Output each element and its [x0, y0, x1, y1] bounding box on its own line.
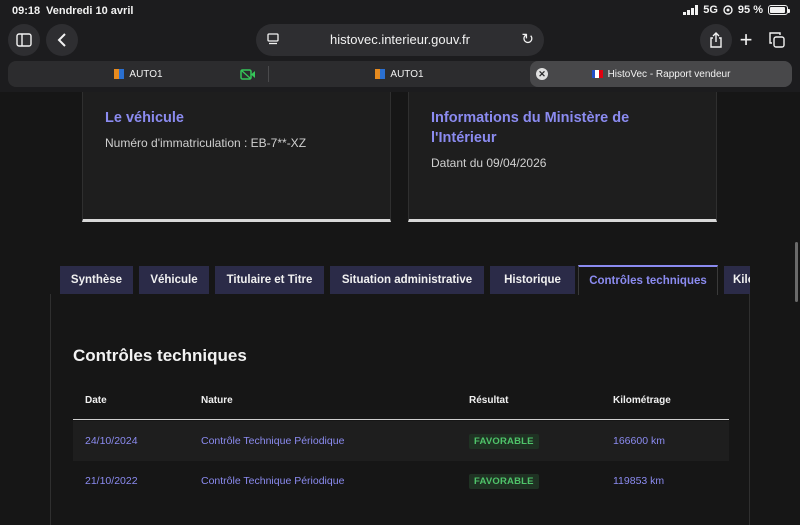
header-date: Date [85, 395, 107, 406]
browser-tab-auto1-1[interactable]: AUTO1 [8, 61, 269, 87]
back-button[interactable] [46, 24, 78, 56]
ministry-card-title-line2: l'Intérieur [431, 130, 497, 146]
plus-icon: + [739, 27, 753, 52]
location-icon [723, 5, 733, 15]
registration-number: Numéro d'immatriculation : EB-7**-XZ [105, 136, 307, 150]
table-row: 21/10/2022 Contrôle Technique Périodique… [73, 461, 729, 501]
status-date: Vendredi 10 avril [46, 5, 134, 17]
panel-title: Contrôles techniques [73, 346, 247, 365]
url-text: histovec.interieur.gouv.fr [330, 32, 470, 47]
row-mileage: 166600 km [613, 435, 665, 447]
status-indicators: 5G 95 % [683, 4, 790, 16]
tab-kilometrage[interactable]: Kilo [724, 266, 750, 294]
row-result: FAVORABLE [469, 421, 539, 461]
battery-label: 95 % [737, 4, 763, 16]
tabs-icon [769, 32, 785, 48]
french-flag-icon [591, 70, 603, 78]
vehicle-card-title: Le véhicule [105, 110, 184, 126]
reload-icon[interactable]: ↻ [521, 30, 534, 48]
tab-vehicule[interactable]: Véhicule [139, 266, 209, 294]
header-nature: Nature [201, 395, 233, 406]
browser-toolbar: histovec.interieur.gouv.fr ↻ + [0, 22, 800, 58]
share-icon [710, 32, 722, 48]
row-result: FAVORABLE [469, 461, 539, 501]
address-bar[interactable]: histovec.interieur.gouv.fr ↻ [256, 24, 544, 56]
row-date: 21/10/2022 [85, 475, 138, 487]
auto1-favicon-icon [375, 69, 386, 79]
tab-synthese[interactable]: Synthèse [60, 266, 133, 294]
header-result: Résultat [469, 395, 509, 406]
new-tab-button[interactable]: + [730, 24, 762, 56]
camera-sharing-icon [240, 69, 255, 80]
tab-titulaire[interactable]: Titulaire et Titre [215, 266, 324, 294]
result-badge: FAVORABLE [469, 473, 539, 489]
status-time: 09:18 [12, 5, 41, 17]
browser-tab-auto1-2[interactable]: AUTO1 [269, 61, 530, 87]
chevron-left-icon [57, 33, 66, 47]
tab-overview-button[interactable] [761, 24, 793, 56]
data-date: Datant du 09/04/2026 [431, 156, 547, 170]
header-mileage: Kilométrage [613, 395, 671, 406]
vehicle-card: Le véhicule Numéro d'immatriculation : E… [82, 92, 391, 222]
report-tabs: Synthèse Véhicule Titulaire et Titre Sit… [60, 265, 750, 295]
technical-controls-panel: Contrôles techniques Date Nature Résulta… [50, 294, 750, 525]
table-header: Date Nature Résultat Kilométrage [73, 382, 729, 420]
browser-tab-histovec[interactable]: ✕ HistoVec - Rapport vendeur [530, 61, 792, 87]
tab-controles-techniques[interactable]: Contrôles techniques [578, 265, 718, 295]
network-label: 5G [703, 4, 718, 16]
result-badge: FAVORABLE [469, 433, 539, 449]
page-content: Le véhicule Numéro d'immatriculation : E… [0, 92, 800, 525]
browser-tab-bar: AUTO1 AUTO1 ✕ HistoVec - Rapport vendeur [0, 58, 800, 92]
sidebar-button[interactable] [8, 24, 40, 56]
share-button[interactable] [700, 24, 732, 56]
table-row: 24/10/2024 Contrôle Technique Périodique… [73, 421, 729, 461]
row-nature: Contrôle Technique Périodique [201, 475, 345, 487]
browser-tab-label: AUTO1 [129, 68, 163, 80]
browser-tab-label: AUTO1 [390, 68, 424, 80]
ministry-card-title-line1: Informations du Ministère de [431, 110, 630, 126]
ministry-card: Informations du Ministère de l'Intérieur… [408, 92, 717, 222]
sidebar-icon [16, 33, 32, 47]
tab-situation-administrative[interactable]: Situation administrative [330, 266, 484, 294]
close-tab-icon[interactable]: ✕ [536, 68, 548, 80]
tab-historique[interactable]: Historique [490, 266, 575, 294]
signal-icon [683, 5, 699, 15]
row-mileage: 119853 km [613, 475, 665, 487]
row-nature: Contrôle Technique Périodique [201, 435, 345, 447]
browser-tab-label: HistoVec - Rapport vendeur [607, 68, 731, 80]
auto1-favicon-icon [114, 69, 125, 79]
scrollbar[interactable] [795, 242, 798, 302]
battery-icon [768, 5, 790, 15]
status-bar: 09:18 Vendredi 10 avril 5G 95 % [0, 0, 800, 22]
row-date: 24/10/2024 [85, 435, 138, 447]
